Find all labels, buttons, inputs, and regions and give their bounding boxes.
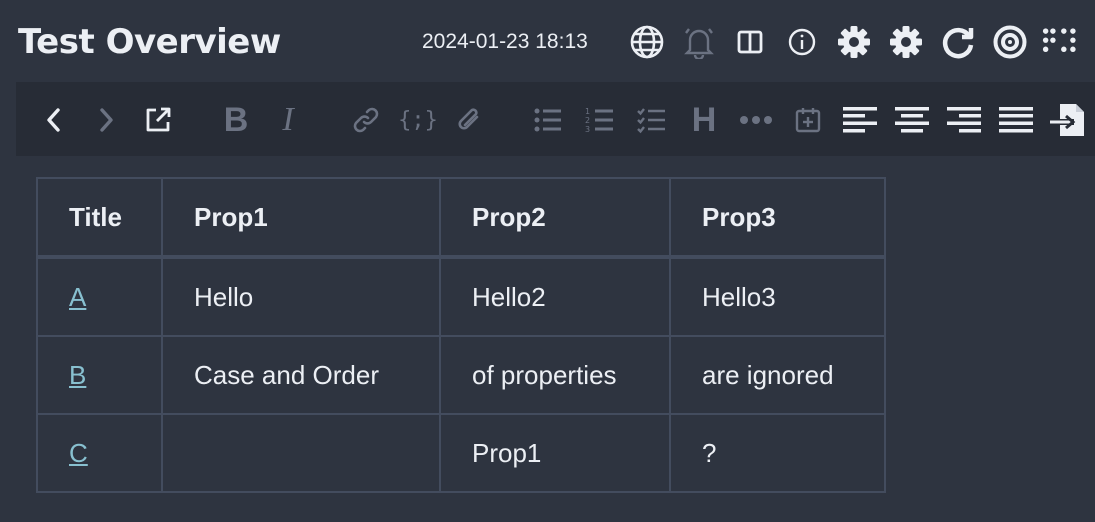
title-cell: C bbox=[36, 413, 163, 493]
column-header[interactable]: Prop1 bbox=[161, 177, 441, 259]
heading-glyph: H bbox=[691, 101, 717, 139]
align-right-icon[interactable] bbox=[944, 100, 984, 140]
calendar-add-icon[interactable] bbox=[788, 100, 828, 140]
gear-icon[interactable] bbox=[886, 22, 926, 62]
column-header[interactable]: Prop3 bbox=[669, 177, 886, 259]
table-cell: are ignored bbox=[669, 335, 886, 415]
table-row: B Case and Order of properties are ignor… bbox=[36, 335, 886, 415]
page-title: Test Overview bbox=[18, 22, 281, 62]
editor-toolbar: B I {;} 1 2 3 H bbox=[16, 82, 1095, 156]
target-icon[interactable] bbox=[990, 22, 1030, 62]
header: Test Overview 2024-01-23 18:13 bbox=[0, 0, 1095, 82]
gear-icon[interactable] bbox=[834, 22, 874, 62]
attachment-icon[interactable] bbox=[450, 100, 490, 140]
heading-icon[interactable]: H bbox=[684, 100, 724, 140]
align-justify-icon[interactable] bbox=[996, 100, 1036, 140]
table-cell: of properties bbox=[439, 335, 671, 415]
table-cell: Hello2 bbox=[439, 256, 671, 337]
table-row: A Hello Hello2 Hello3 bbox=[36, 256, 886, 337]
table-cell: ? bbox=[669, 413, 886, 493]
braille-dots-icon[interactable] bbox=[1042, 22, 1082, 62]
table-header-row: Title Prop1 Prop2 Prop3 bbox=[36, 177, 886, 259]
external-link-icon[interactable] bbox=[138, 100, 178, 140]
table-cell: Hello bbox=[161, 256, 441, 337]
italic-icon[interactable]: I bbox=[268, 100, 308, 140]
numbered-list-icon[interactable]: 1 2 3 bbox=[580, 100, 620, 140]
bell-icon[interactable] bbox=[679, 22, 719, 62]
info-icon[interactable] bbox=[782, 22, 822, 62]
column-header[interactable]: Prop2 bbox=[439, 177, 671, 259]
svg-text:3: 3 bbox=[585, 125, 590, 134]
svg-text:2: 2 bbox=[585, 116, 590, 125]
forward-icon[interactable] bbox=[86, 100, 126, 140]
table-row: C Prop1 ? bbox=[36, 413, 886, 493]
page-link[interactable]: A bbox=[69, 282, 86, 312]
link-icon[interactable] bbox=[346, 100, 386, 140]
data-table-container: Title Prop1 Prop2 Prop3 A Hello Hello2 H… bbox=[36, 177, 886, 493]
globe-icon[interactable] bbox=[627, 22, 667, 62]
title-cell: B bbox=[36, 335, 163, 415]
bold-glyph: B bbox=[223, 101, 249, 139]
code-block-icon[interactable]: {;} bbox=[398, 100, 438, 140]
table-cell: Case and Order bbox=[161, 335, 441, 415]
bold-icon[interactable]: B bbox=[216, 100, 256, 140]
data-table: Title Prop1 Prop2 Prop3 A Hello Hello2 H… bbox=[36, 177, 886, 493]
italic-glyph: I bbox=[282, 101, 294, 138]
title-cell: A bbox=[36, 256, 163, 337]
table-cell: Prop1 bbox=[439, 413, 671, 493]
bullet-list-icon[interactable] bbox=[528, 100, 568, 140]
align-center-icon[interactable] bbox=[892, 100, 932, 140]
file-import-icon[interactable] bbox=[1048, 100, 1088, 140]
page-link[interactable]: B bbox=[69, 360, 86, 390]
svg-text:1: 1 bbox=[585, 107, 590, 116]
code-glyph: {;} bbox=[398, 107, 438, 133]
table-cell: Hello3 bbox=[669, 256, 886, 337]
table-cell bbox=[161, 413, 441, 493]
page-link[interactable]: C bbox=[69, 438, 88, 468]
refresh-icon[interactable] bbox=[938, 22, 978, 62]
checklist-icon[interactable] bbox=[632, 100, 672, 140]
back-icon[interactable] bbox=[34, 100, 74, 140]
timestamp: 2024-01-23 18:13 bbox=[422, 30, 588, 53]
column-header[interactable]: Title bbox=[36, 177, 163, 259]
split-view-icon[interactable] bbox=[730, 22, 770, 62]
align-left-icon[interactable] bbox=[840, 100, 880, 140]
more-icon[interactable] bbox=[736, 100, 776, 140]
